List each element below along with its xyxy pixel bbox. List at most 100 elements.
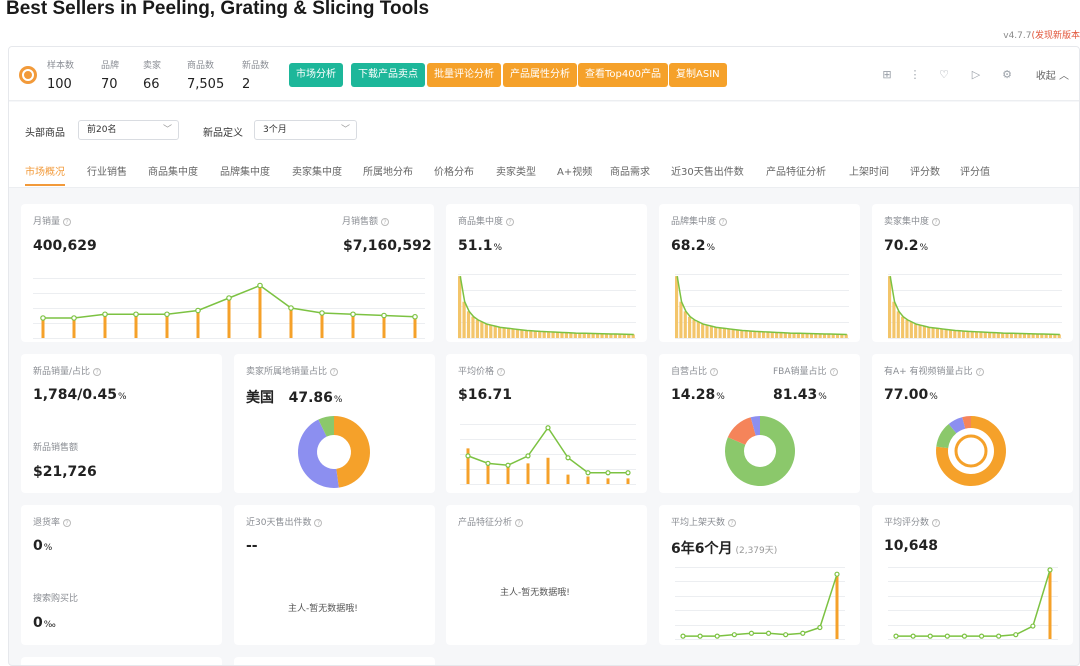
tab-rating-count[interactable]: 评分数: [910, 163, 940, 178]
help-icon[interactable]: ?: [932, 519, 941, 527]
analysis-panel: 样本数 100 品牌 70 卖家 66 商品数 7,505 新品数 2 市场分析 下载产品…: [8, 46, 1080, 666]
card-seller-type: 自营占比? 14.28% FBA销量占比? 81.43%: [659, 354, 860, 493]
bar: [770, 332, 774, 338]
card-seller-origin: 卖家所属地销量占比? 美国 47.86%: [234, 354, 435, 493]
bar: [966, 331, 970, 338]
tab-brand-concentration[interactable]: 品牌集中度: [220, 163, 270, 178]
help-icon[interactable]: ?: [63, 218, 72, 226]
help-icon[interactable]: ?: [330, 368, 339, 376]
bar: [134, 314, 138, 338]
seller-origin-pie: [298, 416, 370, 488]
bar: [72, 318, 76, 338]
help-icon[interactable]: ?: [515, 519, 524, 527]
empty-state: 主人-暂无数据哦!: [500, 588, 570, 598]
card-avg-rating-count: 平均评分数? 10,648: [872, 505, 1073, 645]
bar: [701, 324, 705, 338]
collapse-button[interactable]: 收起 ︿: [1036, 67, 1069, 82]
tab-origin-distribution[interactable]: 所属地分布: [363, 163, 413, 178]
view-top400-button[interactable]: 查看Top400产品: [578, 63, 668, 87]
bar: [709, 326, 713, 338]
bar: [1048, 569, 1052, 639]
tab-sold-30d[interactable]: 近30天售出件数: [671, 163, 744, 178]
grid-icon[interactable]: ⊞: [880, 68, 894, 82]
help-icon[interactable]: ?: [932, 218, 941, 226]
bar: [909, 322, 913, 338]
market-analysis-button[interactable]: 市场分析: [289, 63, 343, 87]
help-icon[interactable]: ?: [728, 519, 737, 527]
bar: [466, 311, 471, 338]
tab-price-distribution[interactable]: 价格分布: [434, 163, 474, 178]
bar: [696, 322, 700, 338]
copy-asin-button[interactable]: 复制ASIN: [669, 63, 727, 87]
help-icon[interactable]: ?: [506, 218, 515, 226]
bar: [586, 476, 590, 484]
product-attr-analysis-button[interactable]: 产品属性分析: [503, 63, 577, 87]
bar: [735, 330, 740, 338]
tab-listing-time[interactable]: 上架时间: [849, 163, 889, 178]
new-version-link[interactable]: (发现新版本: [1031, 31, 1080, 41]
bar: [922, 326, 926, 338]
bar: [688, 316, 692, 338]
data-point: [910, 633, 916, 639]
help-icon[interactable]: ?: [829, 368, 838, 376]
tab-market-overview[interactable]: 市场概况: [25, 163, 65, 186]
tab-industry-sales[interactable]: 行业销售: [87, 163, 127, 178]
trend-line: [896, 569, 1051, 637]
tab-product-concentration[interactable]: 商品集中度: [148, 163, 198, 178]
bar: [992, 332, 996, 338]
heart-icon[interactable]: ♡: [937, 68, 951, 82]
top-products-select[interactable]: 前20名 ﹀: [78, 120, 179, 140]
tab-feature-analysis[interactable]: 产品特征分析: [766, 163, 826, 178]
version-label[interactable]: v4.7.7(发现新版本: [1003, 28, 1080, 41]
data-point: [783, 632, 789, 638]
bar: [675, 276, 679, 338]
help-icon[interactable]: ?: [497, 368, 506, 376]
more-icon[interactable]: ⋮: [908, 68, 922, 82]
data-point: [350, 311, 356, 318]
bar: [935, 328, 939, 338]
video-icon[interactable]: ▷: [969, 68, 983, 82]
bar: [480, 322, 484, 338]
help-icon[interactable]: ?: [710, 368, 719, 376]
data-point: [164, 311, 170, 318]
filter-bar: 头部商品 前20名 ﹀ 新品定义 3个月 ﹀: [9, 102, 1079, 150]
bar: [475, 319, 480, 338]
help-icon[interactable]: ?: [719, 218, 728, 226]
tab-rating-value[interactable]: 评分值: [960, 163, 990, 178]
tab-aplus-video[interactable]: A+视频: [557, 163, 592, 178]
bar: [538, 331, 542, 338]
data-point: [927, 633, 933, 639]
tab-seller-type[interactable]: 卖家类型: [496, 163, 536, 178]
new-product-definition-select[interactable]: 3个月 ﹀: [254, 120, 357, 140]
download-selling-points-button[interactable]: 下载产品卖点: [351, 63, 425, 87]
new-revenue-value: $21,726: [33, 464, 97, 480]
help-icon[interactable]: ?: [975, 368, 984, 376]
settings-icon[interactable]: ⚙: [1000, 68, 1014, 82]
help-icon[interactable]: ?: [381, 218, 390, 226]
bar: [740, 330, 744, 338]
batch-review-analysis-button[interactable]: 批量评论分析: [427, 63, 501, 87]
bar: [731, 329, 735, 338]
bar: [493, 326, 497, 338]
help-icon[interactable]: ?: [93, 368, 102, 376]
help-icon[interactable]: ?: [63, 519, 72, 527]
card-return-rate: 退货率? 0% 搜索购买比 0‰: [21, 505, 222, 645]
bar: [351, 314, 355, 338]
bar: [953, 330, 957, 338]
bar: [542, 331, 546, 338]
data-point: [834, 571, 840, 577]
chevron-down-icon: ﹀: [162, 125, 172, 135]
bar: [692, 319, 696, 338]
data-point: [257, 282, 263, 289]
tab-product-demand[interactable]: 商品需求: [610, 163, 650, 178]
data-point: [102, 311, 108, 318]
bar: [606, 478, 610, 484]
bar: [979, 332, 983, 338]
bar: [486, 463, 490, 484]
tab-seller-concentration[interactable]: 卖家集中度: [292, 163, 342, 178]
bar: [705, 325, 709, 338]
bar: [520, 330, 524, 338]
bar: [835, 574, 839, 639]
bar: [961, 331, 966, 338]
help-icon[interactable]: ?: [314, 519, 323, 527]
